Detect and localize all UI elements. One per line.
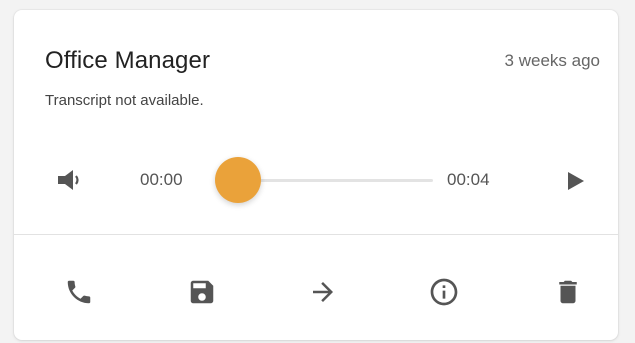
current-time: 00:00 [140, 170, 183, 189]
forward-arrow-icon [313, 282, 333, 302]
caller-name: Office Manager [45, 47, 211, 74]
voicemail-card: Office Manager 3 weeks ago Transcript no… [14, 10, 618, 340]
forward-button[interactable] [299, 268, 347, 316]
transcript-text: Transcript not available. [45, 92, 204, 109]
volume-icon[interactable] [57, 167, 85, 193]
call-back-button[interactable] [55, 268, 103, 316]
card-header: Office Manager 3 weeks ago [45, 44, 600, 78]
play-icon[interactable] [563, 169, 587, 193]
action-bar [14, 268, 618, 316]
total-time: 00:04 [447, 170, 490, 189]
audio-player: 00:00 00:04 [14, 155, 618, 205]
info-button[interactable] [420, 268, 468, 316]
card-divider [14, 234, 618, 235]
save-button[interactable] [178, 268, 226, 316]
received-timestamp: 3 weeks ago [504, 51, 600, 70]
phone-icon [67, 280, 91, 304]
save-icon [190, 280, 214, 304]
info-icon [430, 278, 458, 306]
seek-thumb[interactable] [215, 157, 261, 203]
seek-track[interactable] [238, 179, 433, 182]
delete-button[interactable] [544, 268, 592, 316]
trash-icon [559, 280, 577, 304]
